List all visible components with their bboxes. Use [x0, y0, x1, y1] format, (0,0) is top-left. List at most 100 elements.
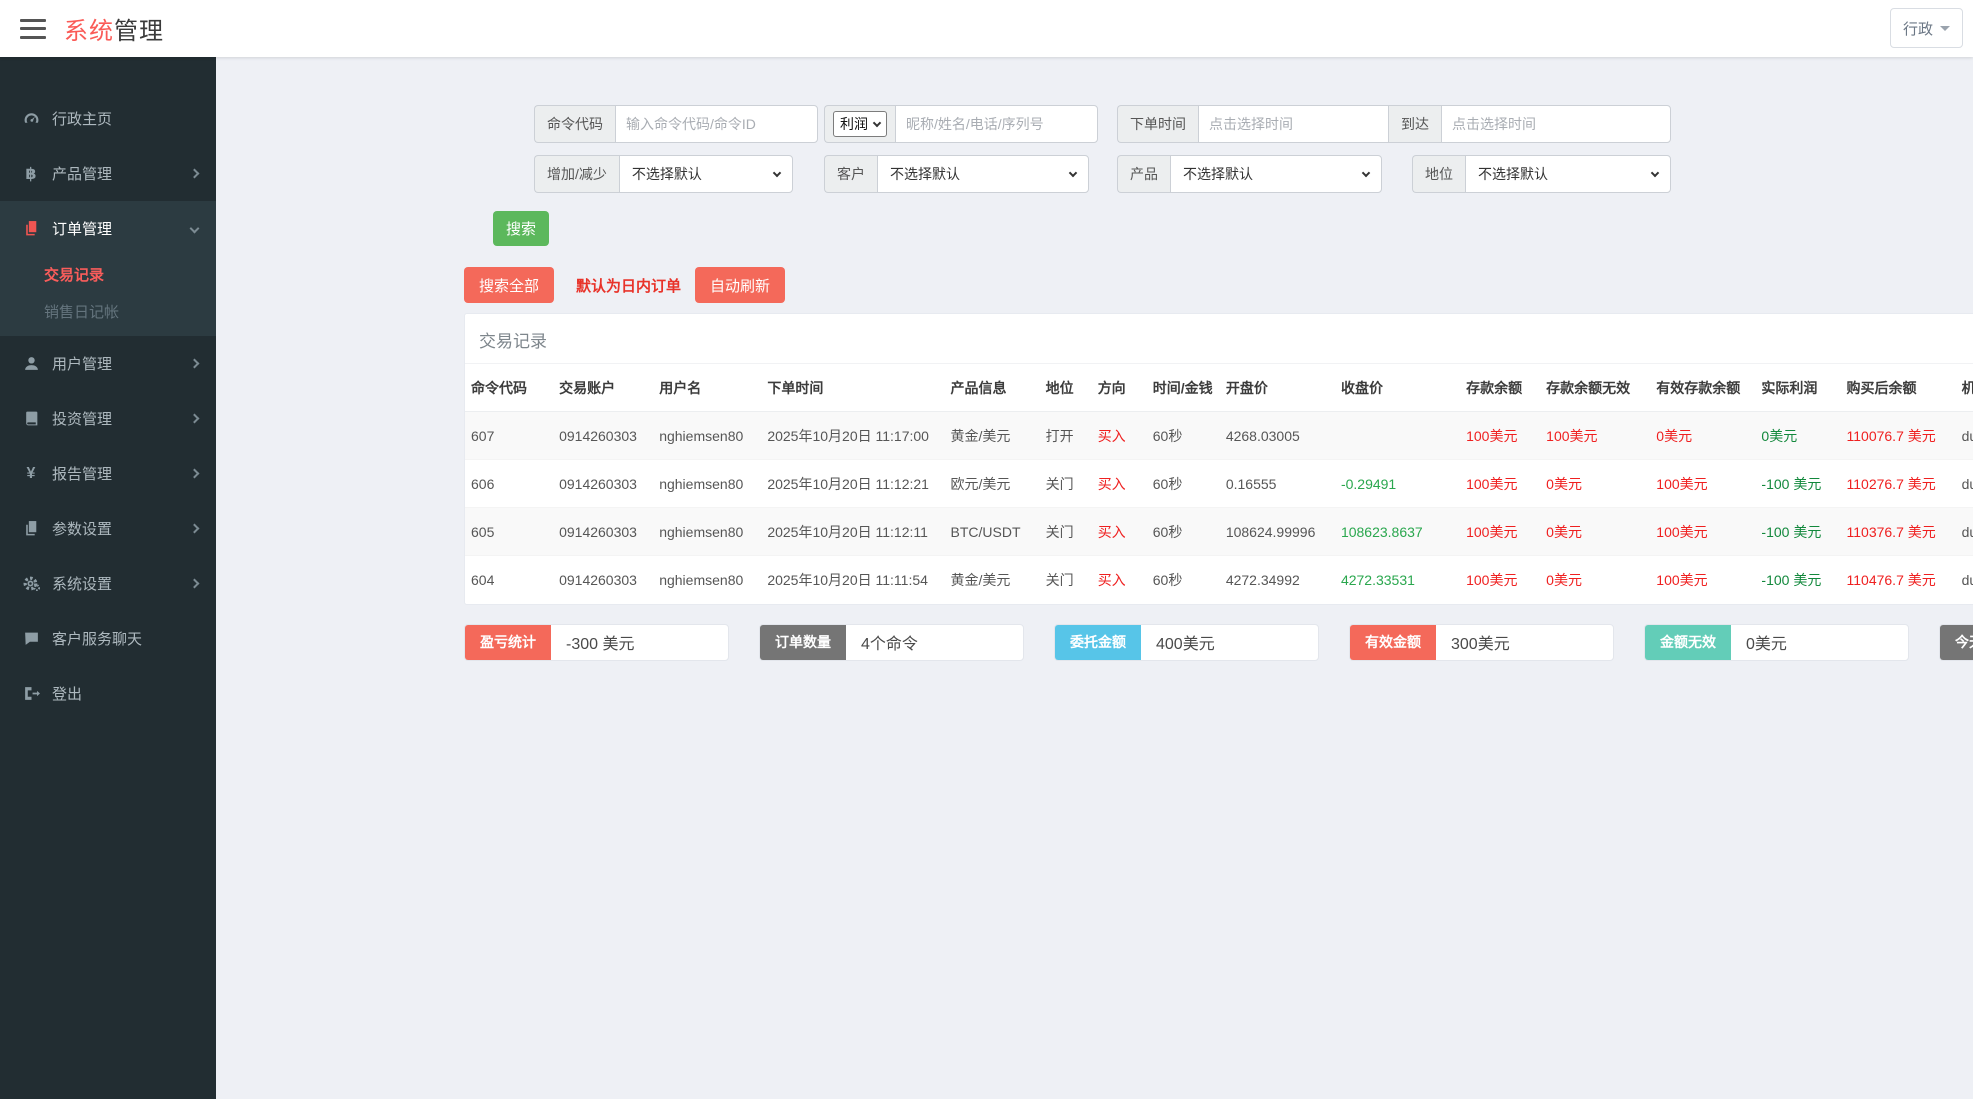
cell-account: 0914260303 — [553, 459, 654, 508]
cell-close-price — [1334, 411, 1461, 460]
cell-order-time: 2025年10月20日 11:17:00 — [761, 411, 945, 460]
sidebar-item-system-settings[interactable]: 系统设置 — [0, 556, 216, 611]
col-header: 方向 — [1091, 364, 1147, 412]
sidebar-item-logout[interactable]: 登出 — [0, 666, 216, 721]
cell-deposit-invalid: 0美元 — [1540, 459, 1651, 508]
cell-deposit: 100美元 — [1460, 411, 1541, 460]
sidebar-item-customer-service-chat[interactable]: 客户服务聊天 — [0, 611, 216, 666]
sidebar-item-product-management[interactable]: ฿ 产品管理 — [0, 146, 216, 201]
command-code-group: 命令代码 — [534, 105, 818, 143]
chevron-right-icon — [189, 523, 200, 534]
cell-agency: dumb1988 — [1955, 507, 1973, 556]
cell-valid-deposit: 0美元 — [1650, 411, 1756, 460]
stat-order-count: 订单数量 4个命令 — [759, 623, 1024, 661]
sidebar-subitem-label: 销售日记帐 — [44, 304, 120, 321]
profit-select-value: 利润 — [840, 116, 868, 132]
cell-product: 黄金/美元 — [944, 555, 1040, 604]
cell-order-time: 2025年10月20日 11:11:54 — [761, 555, 945, 604]
chevron-down-icon — [1650, 168, 1660, 177]
stat-label: 今天 — [1940, 624, 1973, 660]
col-header: 机构 — [1955, 364, 1973, 412]
cell-username: nghiemsen80 — [653, 459, 762, 508]
sidebar-item-user-management[interactable]: 用户管理 — [0, 336, 216, 391]
col-header: 有效存款余额 — [1650, 364, 1756, 412]
menu-toggle-icon[interactable] — [20, 18, 46, 39]
title-rest: 管理 — [114, 18, 164, 45]
orders-icon — [20, 220, 42, 237]
sidebar-item-label: 系统设置 — [52, 576, 113, 593]
cell-order-time: 2025年10月20日 11:12:21 — [761, 459, 945, 508]
nickname-search-input[interactable] — [895, 105, 1098, 143]
stat-label: 盈亏统计 — [465, 624, 551, 660]
increase-decrease-label: 增加/减少 — [534, 155, 619, 193]
cell-time-money: 60秒 — [1146, 411, 1220, 460]
cell-deposit: 100美元 — [1460, 507, 1541, 556]
order-time-end-input[interactable] — [1441, 105, 1671, 143]
cell-position: 打开 — [1039, 411, 1092, 460]
col-header: 存款余额 — [1460, 364, 1541, 412]
position-select[interactable]: 不选择默认 — [1465, 155, 1671, 193]
main-content: 命令代码 利润 下单时间 到达 增加/减少 — [216, 0, 1973, 661]
user-icon — [20, 355, 42, 372]
user-menu-label: 行政 — [1902, 20, 1933, 38]
cell-product: 黄金/美元 — [944, 411, 1040, 460]
cell-direction: 买入 — [1091, 507, 1147, 556]
chevron-right-icon — [189, 578, 200, 589]
intraday-note: 默认为日内订单 — [576, 277, 682, 295]
transactions-table: 命令代码 交易账户 用户名 下单时间 产品信息 地位 方向 时间/金钱 开盘价 … — [465, 364, 1973, 604]
params-icon — [20, 520, 42, 537]
actions-row: 搜索全部 默认为日内订单 自动刷新 — [464, 267, 1973, 303]
search-button[interactable]: 搜索 — [493, 211, 550, 246]
sidebar-item-admin-home[interactable]: 行政主页 — [0, 91, 216, 146]
cell-close-price: 108623.8637 — [1334, 507, 1461, 556]
profit-select[interactable]: 利润 — [833, 111, 887, 137]
sidebar-item-order-management[interactable]: 订单管理 — [0, 201, 216, 256]
cell-time-money: 60秒 — [1146, 459, 1220, 508]
cell-position: 关门 — [1039, 507, 1092, 556]
order-time-start-input[interactable] — [1198, 105, 1388, 143]
sidebar-item-transaction-records[interactable]: 交易记录 — [0, 256, 216, 293]
stat-value: 300美元 — [1451, 636, 1510, 653]
stats-row: 盈亏统计 -300 美元 订单数量 4个命令 委托金额 400美元 有效金额 3… — [464, 623, 1973, 661]
cell-agency: dumb1988 — [1955, 459, 1973, 508]
cell-open-price: 0.16555 — [1219, 459, 1335, 508]
sidebar-item-investment-management[interactable]: 投资管理 — [0, 391, 216, 446]
cell-open-price: 4268.03005 — [1219, 411, 1335, 460]
cell-valid-deposit: 100美元 — [1650, 507, 1756, 556]
sidebar-item-parameter-settings[interactable]: 参数设置 — [0, 501, 216, 556]
select-value: 不选择默认 — [1183, 166, 1253, 182]
chevron-right-icon — [189, 413, 200, 424]
table-row: 606 0914260303 nghiemsen80 2025年10月20日 1… — [465, 459, 1973, 508]
cell-username: nghiemsen80 — [653, 555, 762, 604]
cell-balance-after: 110376.7 美元 — [1840, 507, 1956, 556]
cell-close-price: 4272.33531 — [1334, 555, 1461, 604]
cell-deposit: 100美元 — [1460, 555, 1541, 604]
stat-value: -300 美元 — [566, 636, 635, 653]
cell-username: nghiemsen80 — [653, 507, 762, 556]
cell-deposit-invalid: 0美元 — [1540, 507, 1651, 556]
gears-icon — [20, 575, 42, 592]
command-code-input[interactable] — [615, 105, 818, 143]
user-menu-button[interactable]: 行政 — [1889, 8, 1963, 48]
customer-select[interactable]: 不选择默认 — [877, 155, 1089, 193]
table-row: 607 0914260303 nghiemsen80 2025年10月20日 1… — [465, 411, 1973, 460]
chevron-down-icon — [772, 168, 782, 177]
cell-balance-after: 110276.7 美元 — [1840, 459, 1956, 508]
increase-decrease-select[interactable]: 不选择默认 — [618, 155, 793, 193]
sidebar-item-sales-journal[interactable]: 销售日记帐 — [0, 293, 216, 330]
profit-search-group: 利润 — [824, 105, 1098, 143]
cell-product: 欧元/美元 — [944, 459, 1040, 508]
logout-icon — [20, 685, 42, 702]
auto-refresh-button[interactable]: 自动刷新 — [695, 267, 786, 303]
col-header: 购买后余额 — [1840, 364, 1956, 412]
chevron-down-icon — [1361, 168, 1371, 177]
sidebar-item-report-management[interactable]: ¥ 报告管理 — [0, 446, 216, 501]
chevron-right-icon — [189, 168, 200, 179]
product-select[interactable]: 不选择默认 — [1170, 155, 1382, 193]
stat-entrusted-amount: 委托金额 400美元 — [1054, 623, 1319, 661]
product-label: 产品 — [1117, 155, 1170, 193]
search-all-button[interactable]: 搜索全部 — [464, 267, 555, 303]
customer-group: 客户 不选择默认 — [824, 155, 1089, 193]
command-code-label: 命令代码 — [534, 105, 615, 143]
cell-id: 606 — [465, 459, 554, 508]
